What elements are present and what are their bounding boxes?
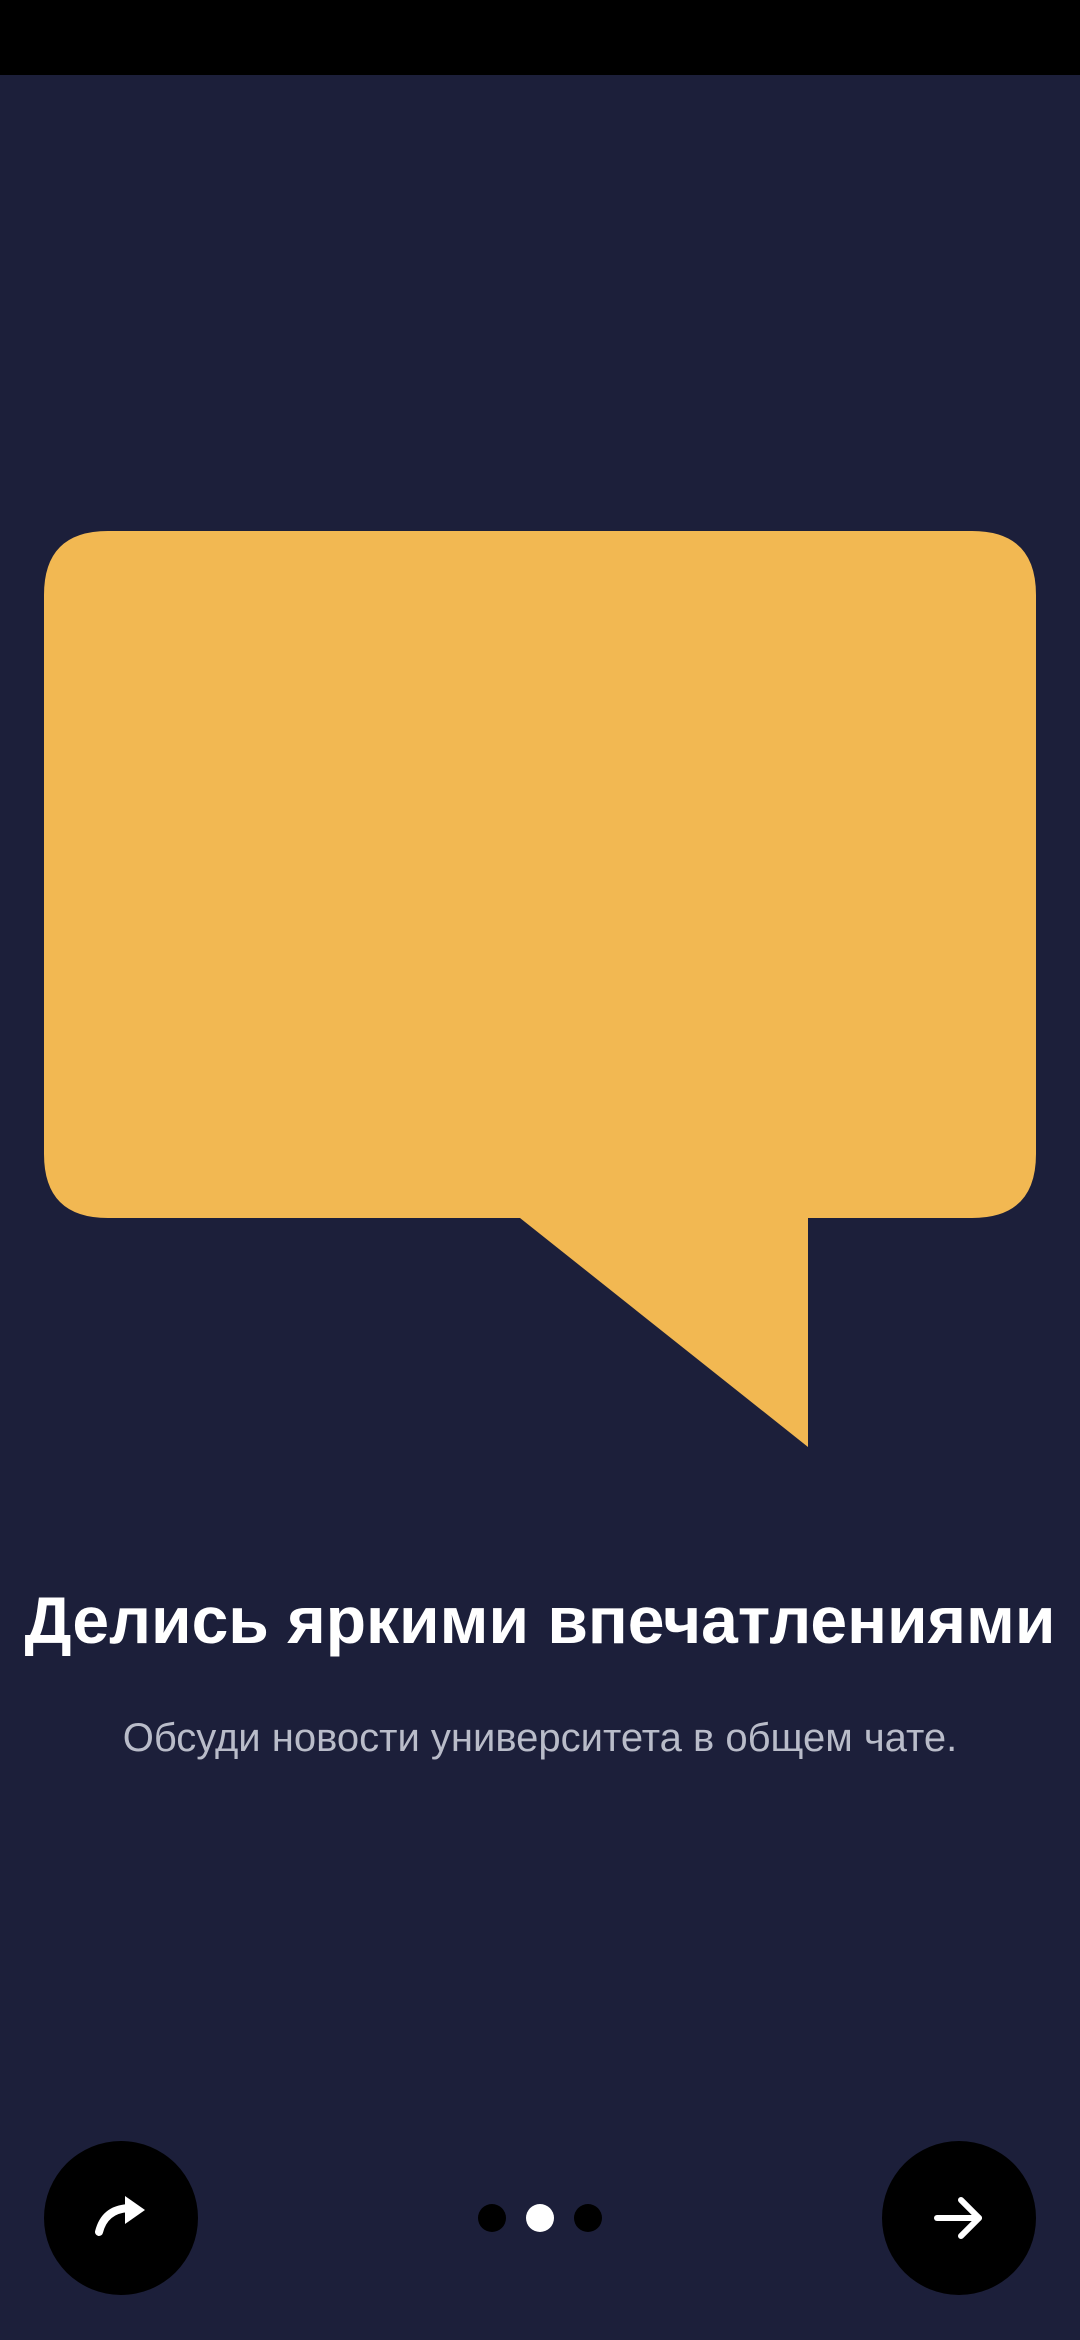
onboarding-screen xyxy=(0,75,1080,2340)
next-button[interactable] xyxy=(882,2141,1036,2295)
status-bar xyxy=(0,0,1080,75)
onboarding-title: Делись яркими впечатлениями xyxy=(24,1583,1056,1657)
arrow-right-icon xyxy=(934,2197,982,2239)
onboarding-subtitle: Обсуди новости университета в общем чате… xyxy=(122,1716,958,1760)
page-dot-3[interactable] xyxy=(574,2204,602,2232)
page-dot-2-active[interactable] xyxy=(526,2204,554,2232)
page-dot-1[interactable] xyxy=(478,2204,506,2232)
